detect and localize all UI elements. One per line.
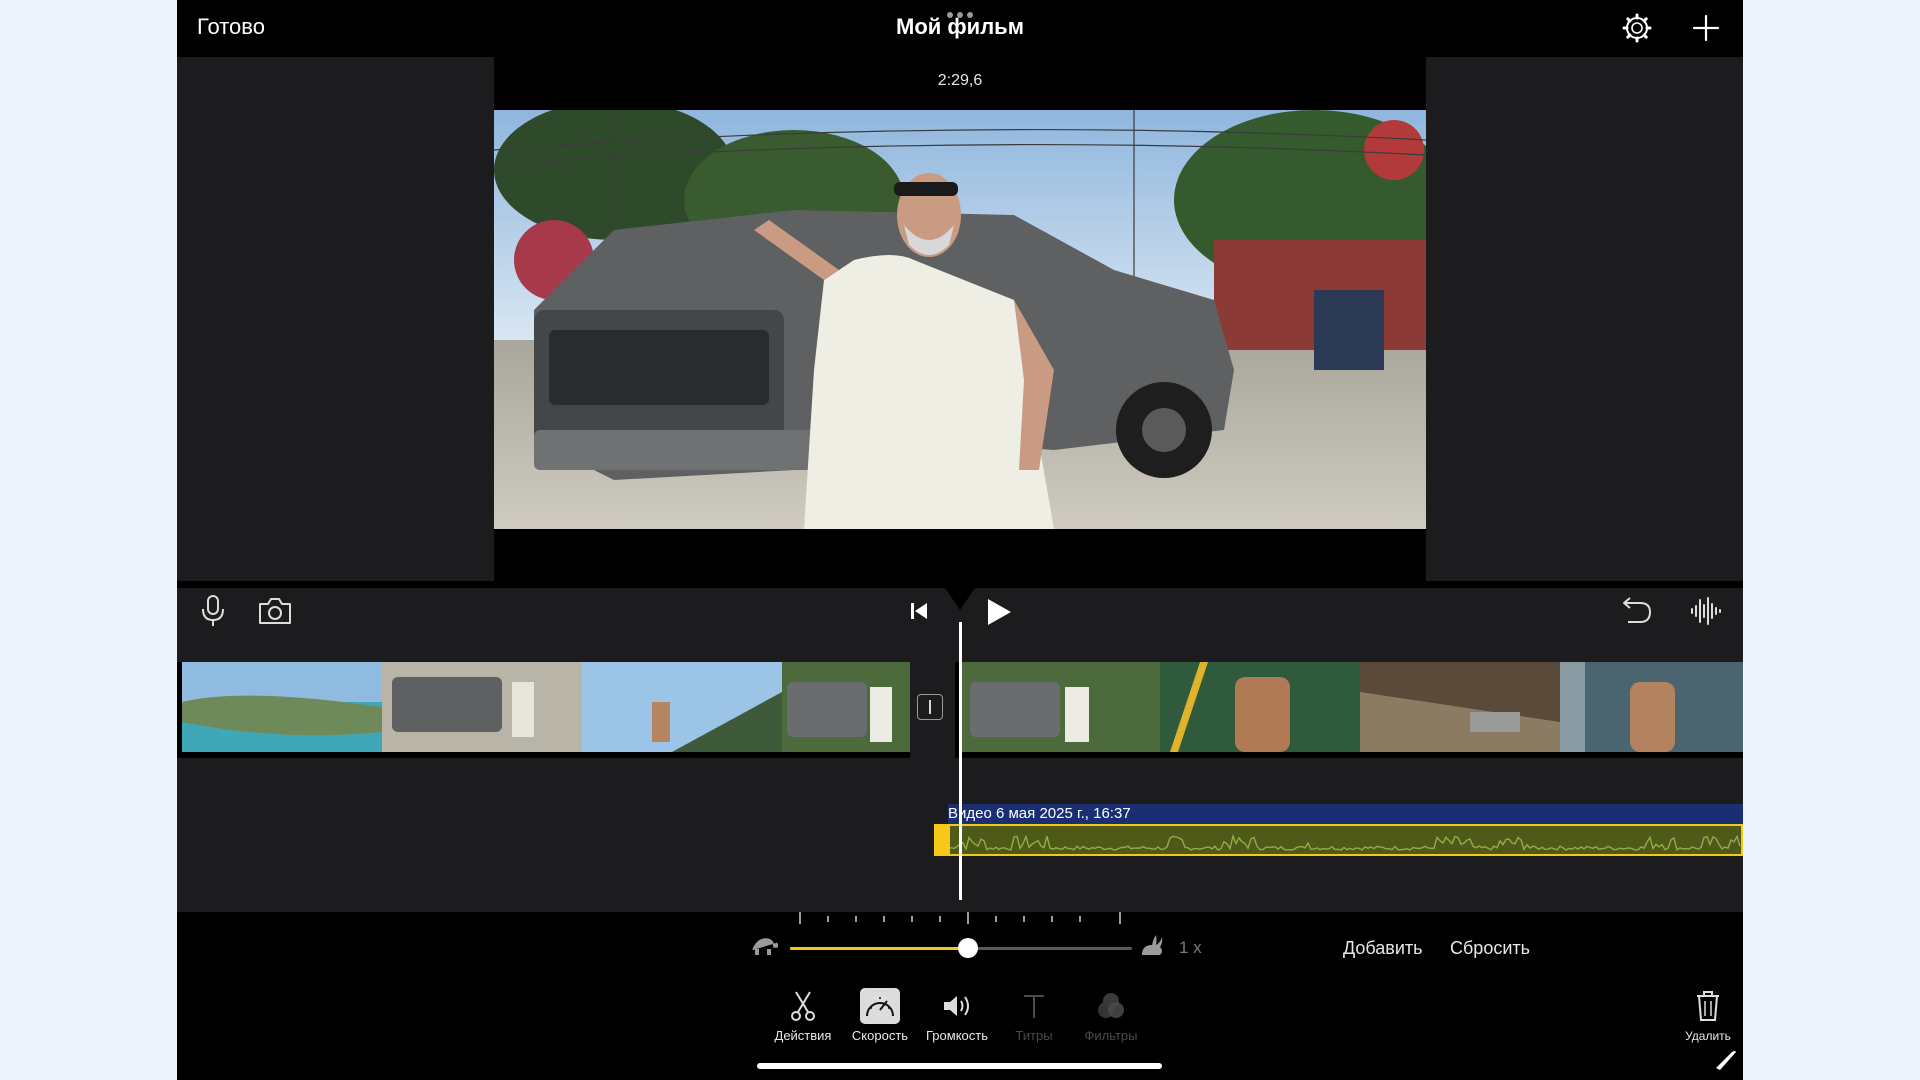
- audio-clip-label: Видео 6 мая 2025 г., 16:37: [948, 804, 1743, 824]
- speed-value: 1 x: [1179, 938, 1202, 957]
- audio-waveform: [947, 824, 1743, 856]
- speedometer-icon: [860, 988, 900, 1024]
- video-clip-thumbnail[interactable]: [1560, 662, 1743, 752]
- video-clip-thumbnail[interactable]: [182, 662, 382, 752]
- tool-volume[interactable]: Громкость: [919, 988, 995, 1043]
- speed-slider-knob[interactable]: [957, 938, 978, 958]
- audio-waveform-icon[interactable]: [1689, 596, 1723, 626]
- home-indicator[interactable]: [757, 1063, 1162, 1069]
- tool-label: Скорость: [851, 1028, 909, 1043]
- text-icon: [1014, 988, 1054, 1024]
- viewer-side-panel-left: [177, 57, 494, 581]
- undo-icon[interactable]: [1620, 596, 1654, 626]
- gear-icon[interactable]: [1621, 12, 1653, 44]
- trash-icon: [1697, 991, 1719, 1021]
- reset-speed-button[interactable]: Сбросить: [1450, 938, 1530, 959]
- speaker-icon: [937, 988, 977, 1024]
- tool-speed[interactable]: Скорость: [842, 988, 918, 1043]
- tool-titles[interactable]: Титры: [996, 988, 1072, 1043]
- add-speed-button[interactable]: Добавить: [1343, 938, 1423, 959]
- video-clip-thumbnail[interactable]: [582, 662, 782, 752]
- speed-scale-ticks: [799, 912, 1121, 924]
- camera-icon[interactable]: [257, 596, 293, 626]
- video-clip-thumbnail[interactable]: [960, 662, 1160, 752]
- rabbit-icon: [1142, 935, 1163, 955]
- turtle-icon: [752, 938, 779, 955]
- video-clip-thumbnail[interactable]: [782, 662, 910, 752]
- speed-slider-fill: [790, 947, 968, 950]
- viewer-side-panel-right: [1426, 57, 1743, 581]
- playhead-marker: [945, 588, 975, 610]
- video-preview[interactable]: [494, 110, 1426, 529]
- delete-button[interactable]: Удалить: [1677, 990, 1739, 1043]
- play-icon[interactable]: [984, 597, 1014, 627]
- plus-icon[interactable]: [1690, 12, 1722, 44]
- video-clip-thumbnail[interactable]: [382, 662, 582, 752]
- audio-clip[interactable]: Видео 6 мая 2025 г., 16:37: [934, 804, 1743, 856]
- microphone-icon[interactable]: [199, 594, 227, 628]
- skip-to-start-icon[interactable]: [908, 600, 930, 622]
- timecode: 2:29,6: [937, 72, 983, 89]
- scissors-icon: [783, 988, 823, 1024]
- tool-label: Действия: [774, 1028, 832, 1043]
- pencil-icon[interactable]: [1712, 1046, 1738, 1072]
- multitasking-dots[interactable]: [947, 12, 973, 18]
- tool-label: Фильтры: [1084, 1028, 1138, 1043]
- tool-label: Титры: [1015, 1028, 1053, 1043]
- audio-trim-handle[interactable]: [934, 824, 950, 856]
- transition-button[interactable]: [917, 694, 943, 720]
- tool-actions[interactable]: Действия: [765, 988, 841, 1043]
- tool-filters[interactable]: Фильтры: [1073, 988, 1149, 1043]
- video-clip-thumbnail[interactable]: [1160, 662, 1360, 752]
- delete-label: Удалить: [1685, 1029, 1731, 1043]
- imovie-editor: Готово Мой фильм 2:29,6 Видео 6 мая 2025…: [177, 0, 1743, 1080]
- playhead-line[interactable]: [959, 622, 962, 900]
- video-clip-thumbnail[interactable]: [1360, 662, 1560, 752]
- tool-label: Громкость: [926, 1028, 988, 1043]
- filters-icon: [1091, 988, 1131, 1024]
